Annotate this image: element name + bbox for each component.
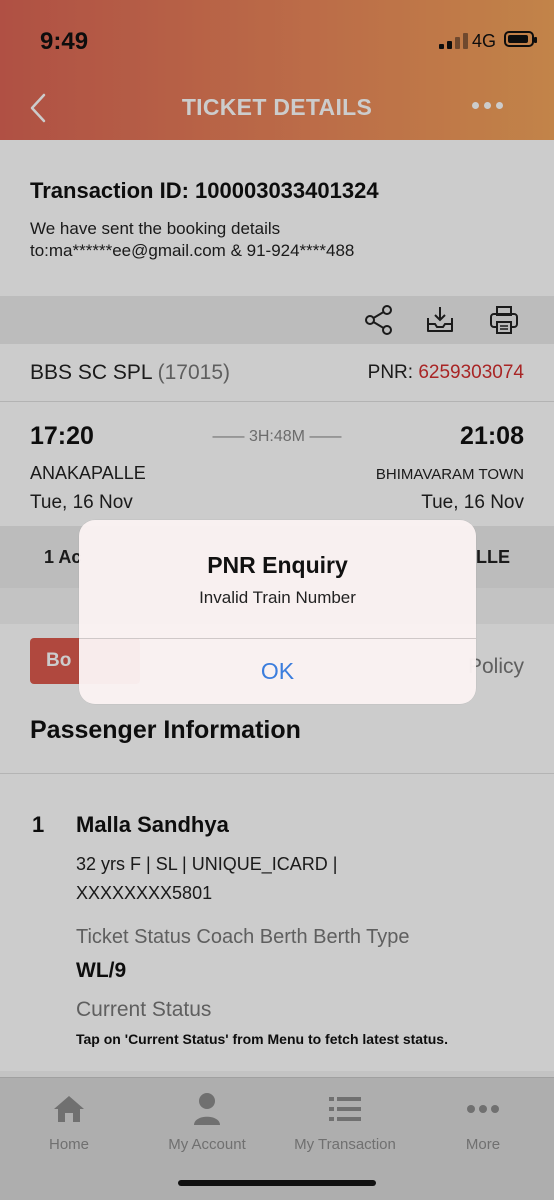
pnr-enquiry-alert: PNR Enquiry Invalid Train Number OK xyxy=(79,520,476,704)
alert-message: Invalid Train Number xyxy=(199,588,356,607)
home-indicator xyxy=(178,1180,376,1186)
alert-title: PNR Enquiry xyxy=(207,552,348,578)
alert-ok-button[interactable]: OK xyxy=(79,639,476,704)
